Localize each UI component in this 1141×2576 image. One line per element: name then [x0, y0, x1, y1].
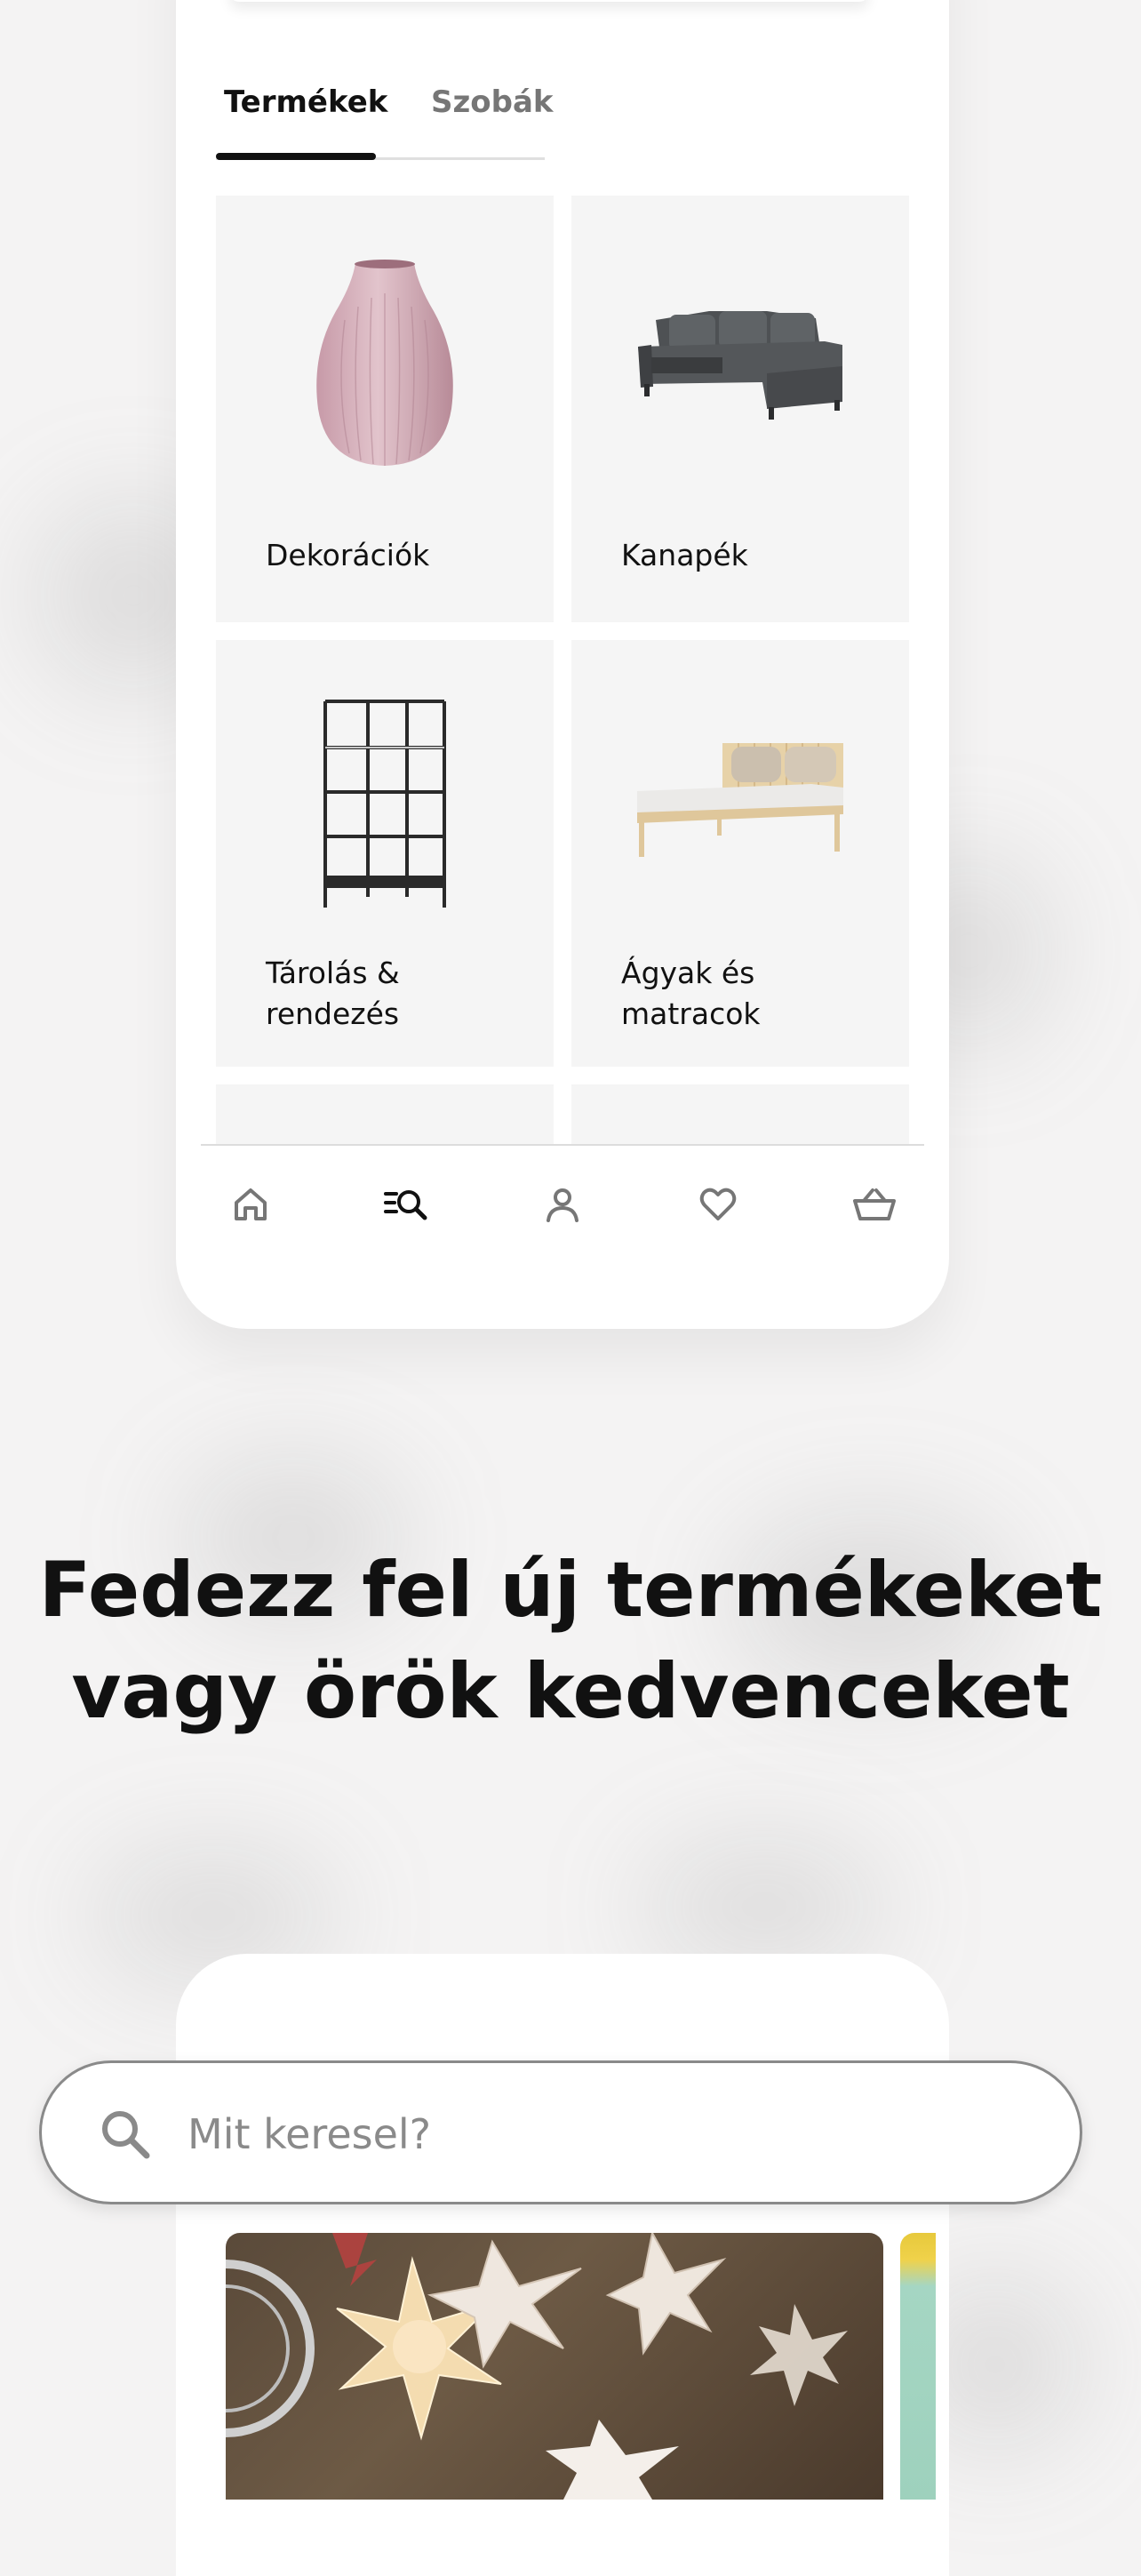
phone-mockup-search	[176, 1954, 949, 2576]
category-card-sofas[interactable]: Kanapék	[571, 196, 909, 622]
nav-profile[interactable]	[536, 1178, 589, 1231]
phone-mockup-browse: Termékek Szobák Dekorációk Kanapék Tárol…	[176, 0, 949, 1329]
nav-basket[interactable]	[848, 1178, 901, 1231]
bed-icon	[637, 743, 843, 857]
tab-rooms[interactable]: Szobák	[431, 84, 554, 120]
star-lamp-icon	[226, 2233, 848, 2500]
nav-favourites[interactable]	[691, 1178, 745, 1231]
category-card-decorations[interactable]: Dekorációk	[216, 196, 554, 622]
category-card-beds[interactable]: Ágyak és matracok	[571, 640, 909, 1067]
heart-icon	[699, 1188, 737, 1220]
tab-products[interactable]: Termékek	[224, 84, 387, 120]
search-input[interactable]	[188, 2099, 987, 2170]
basket-icon	[853, 1188, 896, 1220]
shelf-icon	[323, 700, 446, 908]
category-label: Tárolás & rendezés	[266, 956, 400, 1031]
headline: Fedezz fel új termékeket vagy örök kedve…	[0, 1540, 1141, 1742]
vase-icon	[316, 260, 453, 466]
top-card-edge	[229, 0, 869, 2]
active-tab-indicator	[216, 153, 376, 160]
category-label: Ágyak és matracok	[621, 956, 761, 1031]
category-card-partial[interactable]	[571, 1084, 909, 1145]
tab-bar: Termékek Szobák	[216, 84, 554, 160]
bottom-nav-divider	[201, 1144, 924, 1146]
nav-home[interactable]	[224, 1178, 277, 1231]
category-card-storage[interactable]: Tárolás & rendezés	[216, 640, 554, 1067]
headline-line-1: Fedezz fel új termékeket	[38, 1546, 1103, 1635]
headline-line-2: vagy örök kedvenceket	[71, 1647, 1070, 1736]
category-label: Dekorációk	[266, 538, 430, 572]
search-icon	[102, 2111, 150, 2159]
category-card-partial[interactable]	[216, 1084, 554, 1145]
sofa-icon	[638, 311, 842, 420]
promo-image-star-lamps[interactable]	[226, 2233, 883, 2500]
home-icon	[235, 1188, 267, 1220]
search-list-icon	[384, 1190, 427, 1220]
profile-icon	[547, 1188, 578, 1222]
promo-image-next[interactable]	[900, 2233, 936, 2500]
category-label: Kanapék	[621, 538, 748, 572]
search-bar[interactable]	[39, 2060, 1082, 2204]
nav-search[interactable]	[380, 1178, 434, 1231]
